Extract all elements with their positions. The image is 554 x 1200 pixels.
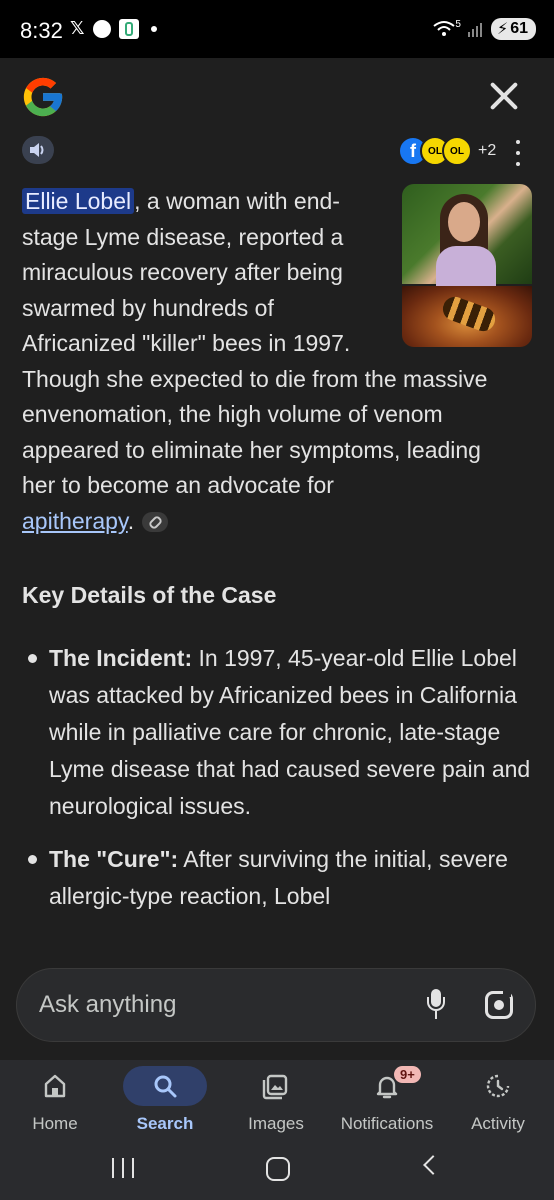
status-bar: 8:32 𝕏 5 ⚡ 61 — [0, 0, 554, 58]
sources-chip[interactable]: f OL OL +2 — [398, 136, 496, 166]
nav-activity[interactable]: Activity — [443, 1060, 553, 1140]
more-notifications-dot — [150, 25, 157, 32]
bottom-navigation: Home Search Images 9+ Notifications Acti… — [0, 1060, 554, 1140]
lens-icon[interactable] — [485, 989, 513, 1019]
x-icon: 𝕏 — [70, 18, 85, 38]
nav-home[interactable]: Home — [0, 1060, 110, 1140]
nav-search[interactable]: Search — [110, 1060, 220, 1140]
google-g-logo[interactable] — [20, 74, 66, 120]
list-item: The Incident: In 1997, 45-year-old Ellie… — [22, 640, 532, 825]
home-button[interactable] — [266, 1157, 290, 1181]
sources-more-count: +2 — [478, 142, 497, 159]
sports-ball-icon — [92, 19, 111, 38]
more-vert-icon — [516, 140, 520, 144]
network-type-label: 5 — [455, 18, 461, 30]
list-item: The "Cure": After surviving the initial,… — [22, 841, 532, 915]
home-icon — [44, 1074, 66, 1098]
nav-images[interactable]: Images — [221, 1060, 331, 1140]
bee-photo[interactable] — [402, 286, 532, 347]
close-button[interactable] — [488, 80, 520, 112]
answer-images[interactable] — [402, 184, 532, 347]
details-list: The Incident: In 1997, 45-year-old Ellie… — [22, 640, 532, 931]
apitherapy-link[interactable]: apitherapy — [22, 508, 128, 534]
battery-level: 61 — [510, 20, 528, 37]
notification-icons: 𝕏 — [70, 18, 157, 39]
wifi-icon — [433, 21, 456, 36]
more-options-button[interactable] — [512, 140, 524, 166]
speaker-icon — [30, 143, 44, 157]
activity-icon — [486, 1074, 510, 1098]
ask-placeholder: Ask anything — [39, 991, 177, 1018]
system-indicators: 5 ⚡ 61 — [433, 18, 536, 40]
charging-icon: ⚡ — [496, 21, 509, 38]
status-time: 8:32 — [20, 18, 63, 43]
ellie-lobel-photo[interactable] — [402, 184, 532, 286]
ask-input[interactable]: Ask anything — [16, 968, 536, 1042]
section-heading: Key Details of the Case — [22, 582, 277, 608]
link-icon[interactable] — [142, 512, 169, 533]
nav-notifications[interactable]: 9+ Notifications — [332, 1060, 442, 1140]
ai-answer: Ellie Lobel, a woman with end- stage Lym… — [22, 184, 532, 539]
search-icon — [154, 1075, 177, 1098]
system-navigation — [0, 1140, 554, 1200]
battery-indicator: ⚡ 61 — [490, 18, 536, 40]
listen-button[interactable] — [22, 136, 54, 164]
highlighted-entity[interactable]: Ellie Lobel — [22, 188, 135, 214]
signal-icon — [467, 23, 482, 37]
app-icon — [118, 18, 139, 39]
notification-badge: 9+ — [394, 1066, 421, 1083]
images-icon — [262, 1074, 288, 1100]
mic-icon[interactable] — [427, 989, 445, 1023]
source-favicon-ol: OL — [442, 136, 472, 166]
back-button[interactable] — [423, 1155, 443, 1175]
recent-apps-button[interactable] — [112, 1158, 134, 1178]
